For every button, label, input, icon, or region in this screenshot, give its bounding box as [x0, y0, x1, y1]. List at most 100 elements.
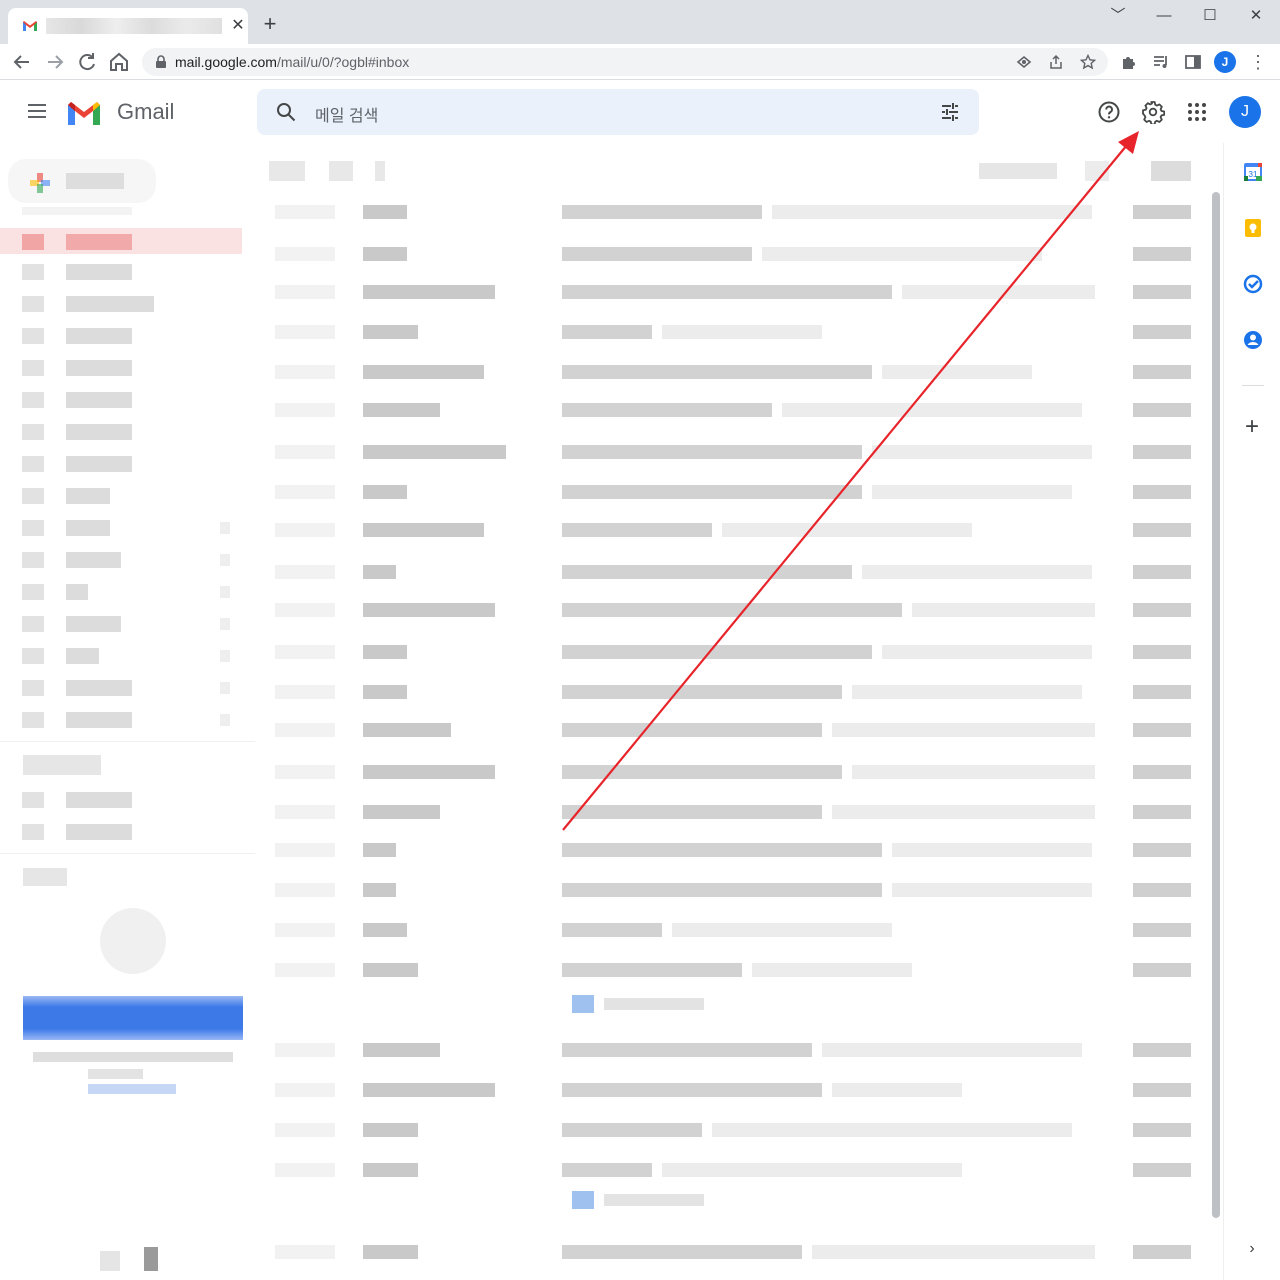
maximize-button[interactable]: ☐ — [1187, 6, 1233, 26]
row-checkbox-star-redacted[interactable] — [275, 1245, 335, 1259]
email-row[interactable] — [265, 1151, 1200, 1187]
row-checkbox-star-redacted[interactable] — [275, 325, 335, 339]
media-queue-icon[interactable] — [1152, 53, 1170, 71]
row-checkbox-star-redacted[interactable] — [275, 445, 335, 459]
row-checkbox-star-redacted[interactable] — [275, 883, 335, 897]
sidebar-action-button-redacted[interactable] — [23, 996, 243, 1040]
attachment-chip-redacted[interactable] — [562, 993, 712, 1015]
gmail-wordmark[interactable]: Gmail — [117, 99, 174, 125]
row-checkbox-star-redacted[interactable] — [275, 403, 335, 417]
row-checkbox-star-redacted[interactable] — [275, 645, 335, 659]
sidebar-item[interactable] — [22, 420, 242, 442]
account-avatar[interactable]: J — [1229, 96, 1261, 128]
mail-search-bar[interactable]: 메일 검색 — [257, 89, 979, 135]
side-panel-toggle-icon[interactable] — [1184, 53, 1202, 71]
browser-menu-icon[interactable]: ⋮ — [1248, 51, 1268, 73]
lock-icon[interactable] — [154, 55, 168, 69]
calendar-icon[interactable]: 31 — [1242, 161, 1264, 183]
row-checkbox-star-redacted[interactable] — [275, 565, 335, 579]
row-checkbox-star-redacted[interactable] — [275, 1083, 335, 1097]
address-bar[interactable]: mail.google.com/mail/u/0/?ogbl#inbox — [142, 48, 1108, 76]
row-checkbox-star-redacted[interactable] — [275, 523, 335, 537]
row-checkbox-star-redacted[interactable] — [275, 685, 335, 699]
row-checkbox-star-redacted[interactable] — [275, 603, 335, 617]
email-row[interactable] — [265, 1111, 1200, 1147]
sidebar-label-item[interactable] — [22, 788, 242, 810]
email-row[interactable] — [265, 591, 1200, 627]
email-row[interactable] — [265, 553, 1200, 589]
sidebar-item[interactable] — [22, 676, 242, 698]
row-checkbox-star-redacted[interactable] — [275, 485, 335, 499]
next-page-icon[interactable] — [1151, 161, 1191, 181]
email-row[interactable] — [265, 673, 1200, 709]
search-input[interactable]: 메일 검색 — [315, 102, 378, 126]
keep-icon[interactable] — [1242, 217, 1264, 239]
sidebar-item[interactable] — [22, 708, 242, 730]
email-row[interactable] — [265, 633, 1200, 669]
email-row[interactable] — [265, 1031, 1200, 1067]
row-checkbox-star-redacted[interactable] — [275, 723, 335, 737]
url-text[interactable]: mail.google.com/mail/u/0/?ogbl#inbox — [175, 54, 409, 70]
share-icon[interactable] — [1048, 54, 1064, 70]
minimize-button[interactable]: — — [1141, 6, 1187, 26]
help-icon[interactable] — [1097, 100, 1121, 124]
attachment-chip-redacted[interactable] — [562, 1189, 712, 1211]
email-row[interactable] — [265, 433, 1200, 469]
email-row[interactable] — [265, 793, 1200, 829]
email-row[interactable] — [265, 273, 1200, 309]
email-row[interactable] — [265, 911, 1200, 947]
main-menu-icon[interactable] — [24, 100, 50, 124]
select-all-checkbox[interactable] — [269, 161, 305, 181]
row-checkbox-star-redacted[interactable] — [275, 805, 335, 819]
email-row[interactable] — [265, 511, 1200, 547]
compose-button[interactable] — [8, 159, 156, 203]
browser-profile-avatar[interactable]: J — [1214, 51, 1236, 73]
sidebar-item[interactable] — [22, 580, 242, 602]
sidebar-footer-icon-redacted[interactable] — [100, 1251, 120, 1271]
row-checkbox-star-redacted[interactable] — [275, 285, 335, 299]
email-row[interactable] — [265, 871, 1200, 907]
row-checkbox-star-redacted[interactable] — [275, 963, 335, 977]
tasks-icon[interactable] — [1242, 273, 1264, 295]
tracking-eye-icon[interactable] — [1016, 54, 1032, 70]
email-row[interactable] — [265, 711, 1200, 747]
email-row[interactable] — [265, 193, 1200, 229]
sidebar-item[interactable] — [22, 644, 242, 666]
close-window-button[interactable]: ✕ — [1233, 6, 1279, 26]
contacts-icon[interactable] — [1242, 329, 1264, 351]
sidebar-item[interactable] — [22, 484, 242, 506]
row-checkbox-star-redacted[interactable] — [275, 1043, 335, 1057]
reload-icon[interactable] — [75, 50, 99, 74]
email-row[interactable] — [265, 391, 1200, 427]
more-options-icon[interactable] — [375, 161, 385, 181]
search-icon[interactable] — [275, 101, 297, 123]
settings-icon[interactable] — [1141, 100, 1165, 124]
email-row[interactable] — [265, 951, 1200, 987]
sidebar-item[interactable] — [22, 260, 242, 282]
extensions-puzzle-icon[interactable] — [1120, 53, 1138, 71]
sidebar-item[interactable] — [22, 292, 242, 314]
email-row[interactable] — [265, 753, 1200, 789]
sidebar-link-redacted[interactable] — [88, 1084, 176, 1094]
row-checkbox-star-redacted[interactable] — [275, 365, 335, 379]
email-row[interactable] — [265, 353, 1200, 389]
refresh-icon[interactable] — [329, 161, 353, 181]
browser-tab-active[interactable]: ✕ — [8, 8, 248, 44]
email-row[interactable] — [265, 313, 1200, 349]
row-checkbox-star-redacted[interactable] — [275, 1163, 335, 1177]
back-arrow-icon[interactable] — [10, 50, 34, 74]
email-row[interactable] — [265, 473, 1200, 509]
sidebar-item[interactable] — [22, 452, 242, 474]
row-checkbox-star-redacted[interactable] — [275, 923, 335, 937]
prev-page-icon[interactable] — [1085, 161, 1109, 181]
sidebar-item[interactable] — [22, 324, 242, 346]
sidebar-item[interactable] — [22, 388, 242, 410]
sidebar-label-item[interactable] — [22, 820, 242, 842]
sidebar-item[interactable] — [22, 548, 242, 570]
sidebar-item[interactable] — [22, 356, 242, 378]
gmail-logo-icon[interactable] — [66, 99, 102, 127]
sidebar-footer-icon-redacted[interactable] — [144, 1247, 158, 1271]
row-checkbox-star-redacted[interactable] — [275, 205, 335, 219]
new-tab-button[interactable]: + — [258, 12, 282, 36]
sidebar-item[interactable] — [22, 612, 242, 634]
